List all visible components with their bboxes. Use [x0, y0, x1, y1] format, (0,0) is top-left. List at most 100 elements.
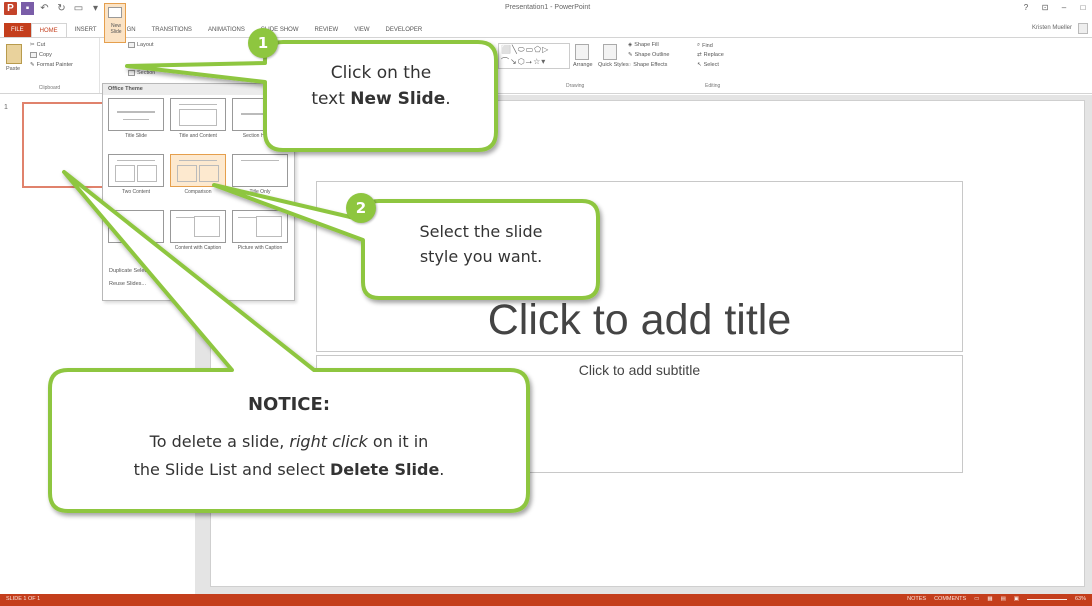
paste-button[interactable]: Paste	[6, 66, 20, 72]
tab-view[interactable]: VIEW	[346, 23, 377, 37]
format-painter-button[interactable]: ✎ Format Painter	[30, 62, 73, 68]
scissors-icon: ✂	[30, 42, 35, 48]
select-button[interactable]: ↖ Select	[697, 62, 719, 68]
arrange-icon[interactable]	[575, 44, 589, 60]
ribbon-display-options-icon[interactable]: ⊡	[1040, 3, 1050, 12]
customize-toolbar-icon[interactable]: ▾	[89, 2, 102, 15]
layout-blank[interactable]: Blank	[108, 210, 164, 251]
tab-transitions[interactable]: TRANSITIONS	[144, 23, 200, 37]
replace-label: Replace	[703, 52, 724, 58]
shape-effects-label: Shape Effects	[633, 62, 668, 68]
layout-button[interactable]: Layout	[128, 42, 154, 48]
undo-icon[interactable]: ↶	[38, 2, 51, 15]
copy-button[interactable]: Copy	[30, 52, 52, 58]
shape-fill-button[interactable]: ◈ Shape Fill	[628, 42, 659, 48]
layout-thumbnail	[170, 98, 226, 131]
layout-two-content[interactable]: Two Content	[108, 154, 164, 195]
powerpoint-window: P ▪ ↶ ↻ ▭ ▾ Presentation1 - PowerPoint ?…	[0, 0, 1092, 606]
shape-outline-button[interactable]: ✎ Shape Outline	[628, 52, 669, 58]
quick-styles-icon[interactable]	[603, 44, 617, 60]
quick-styles-button[interactable]: Quick Styles	[598, 62, 629, 68]
start-slideshow-icon[interactable]: ▭	[72, 2, 85, 15]
layout-label: Title Slide	[125, 133, 147, 139]
layout-label: Title Only	[249, 189, 271, 195]
zoom-level[interactable]: 63%	[1075, 596, 1086, 602]
layout-label: Section Header	[242, 133, 278, 139]
title-placeholder-text: Click to add title	[487, 296, 792, 344]
tab-animations[interactable]: ANIMATIONS	[200, 23, 253, 37]
replace-icon: ⇄	[697, 52, 702, 58]
callout-2-line-1: Select the slide	[419, 222, 543, 241]
tab-insert[interactable]: INSERT	[67, 23, 105, 37]
layout-comparison[interactable]: Comparison	[170, 154, 226, 195]
slide-thumbnail-1[interactable]	[22, 102, 105, 188]
clipboard-group-label: Clipboard	[38, 85, 61, 91]
callout-1-text: Click on the text New Slide.	[268, 60, 494, 112]
callout-1-suffix: .	[445, 89, 451, 109]
replace-button[interactable]: ⇄ Replace	[697, 52, 724, 58]
find-button[interactable]: ⌕ Find	[697, 42, 713, 49]
slide-sorter-icon[interactable]: ▦	[987, 596, 992, 602]
callout-1-prefix: text	[311, 89, 351, 109]
layout-picture-with-caption[interactable]: Picture with Caption	[232, 210, 288, 251]
redo-icon[interactable]: ↻	[55, 2, 68, 15]
notes-button[interactable]: NOTES	[907, 596, 926, 602]
normal-view-icon[interactable]: ▭	[974, 596, 979, 602]
new-slide-button[interactable]: New Slide	[104, 3, 126, 43]
step-1-badge: 1	[248, 28, 278, 58]
layout-title-and-content[interactable]: Title and Content	[170, 98, 226, 139]
reading-view-icon[interactable]: ▤	[1001, 596, 1006, 602]
layout-label: Two Content	[121, 189, 151, 195]
notice-callout-text: NOTICE: To delete a slide, right click o…	[52, 392, 526, 484]
minimize-icon[interactable]: –	[1059, 3, 1069, 12]
tab-review[interactable]: REVIEW	[307, 23, 347, 37]
help-icon[interactable]: ?	[1021, 3, 1031, 12]
callout-1-bold: New Slide	[350, 89, 446, 109]
callout-2-text: Select the slide style you want.	[365, 219, 597, 269]
comments-button[interactable]: COMMENTS	[934, 596, 966, 602]
slideshow-view-icon[interactable]: ▣	[1014, 596, 1019, 602]
layout-thumbnail	[232, 154, 288, 187]
shape-effects-button[interactable]: ◌ Shape Effects	[628, 62, 667, 68]
paste-icon[interactable]	[6, 44, 22, 64]
notice-line-1-suffix: on it in	[367, 432, 429, 451]
paint-bucket-icon: ◈	[628, 42, 633, 48]
gallery-header: Office Theme	[103, 84, 294, 95]
save-icon[interactable]: ▪	[21, 2, 34, 15]
layout-content-with-caption[interactable]: Content with Caption	[170, 210, 226, 251]
section-button[interactable]: Section	[128, 70, 155, 76]
callout-1-line-1: Click on the	[330, 63, 432, 83]
notice-line-2-bold: Delete Slide	[329, 460, 440, 479]
binoculars-icon: ⌕	[697, 42, 701, 48]
reuse-slides-item[interactable]: Reuse Slides...	[109, 281, 146, 287]
copy-icon	[30, 52, 37, 58]
layout-thumbnail	[232, 210, 288, 243]
duplicate-selected-slides-item[interactable]: Duplicate Selected Slides	[109, 268, 171, 274]
user-name[interactable]: Kristen Mueller	[1032, 25, 1072, 31]
status-bar: SLIDE 1 OF 1 NOTES COMMENTS ▭ ▦ ▤ ▣ 63%	[0, 594, 1092, 606]
layout-thumbnail	[108, 154, 164, 187]
notice-heading: NOTICE:	[247, 394, 331, 415]
shapes-gallery[interactable]: ⬜╲⬭▭⬠▷ ⌒↘⬡⭢☆▾	[498, 43, 570, 69]
layout-title-slide[interactable]: Title Slide	[108, 98, 164, 139]
tab-developer[interactable]: DEVELOPER	[378, 23, 431, 37]
layout-title-only[interactable]: Title Only	[232, 154, 288, 195]
new-slide-icon	[108, 7, 122, 18]
layout-label: Comparison	[184, 189, 212, 195]
notice-line-1-prefix: To delete a slide,	[149, 432, 290, 451]
layout-label: Blank	[129, 245, 143, 251]
zoom-slider[interactable]	[1026, 598, 1067, 600]
cursor-icon: ↖	[697, 62, 702, 68]
layout-thumbnail	[108, 210, 164, 243]
cut-button[interactable]: ✂ Cut	[30, 42, 45, 48]
slide-count: SLIDE 1 OF 1	[6, 596, 41, 602]
notice-line-1-italic: right click	[289, 432, 368, 451]
cut-label: Cut	[36, 42, 46, 48]
powerpoint-logo-icon[interactable]: P	[4, 2, 17, 15]
avatar[interactable]	[1078, 23, 1088, 34]
tab-home[interactable]: HOME	[30, 23, 67, 37]
maximize-icon[interactable]: □	[1078, 3, 1088, 12]
effects-icon: ◌	[628, 62, 632, 68]
tab-file[interactable]: FILE	[4, 23, 31, 37]
arrange-button[interactable]: Arrange	[573, 62, 593, 68]
